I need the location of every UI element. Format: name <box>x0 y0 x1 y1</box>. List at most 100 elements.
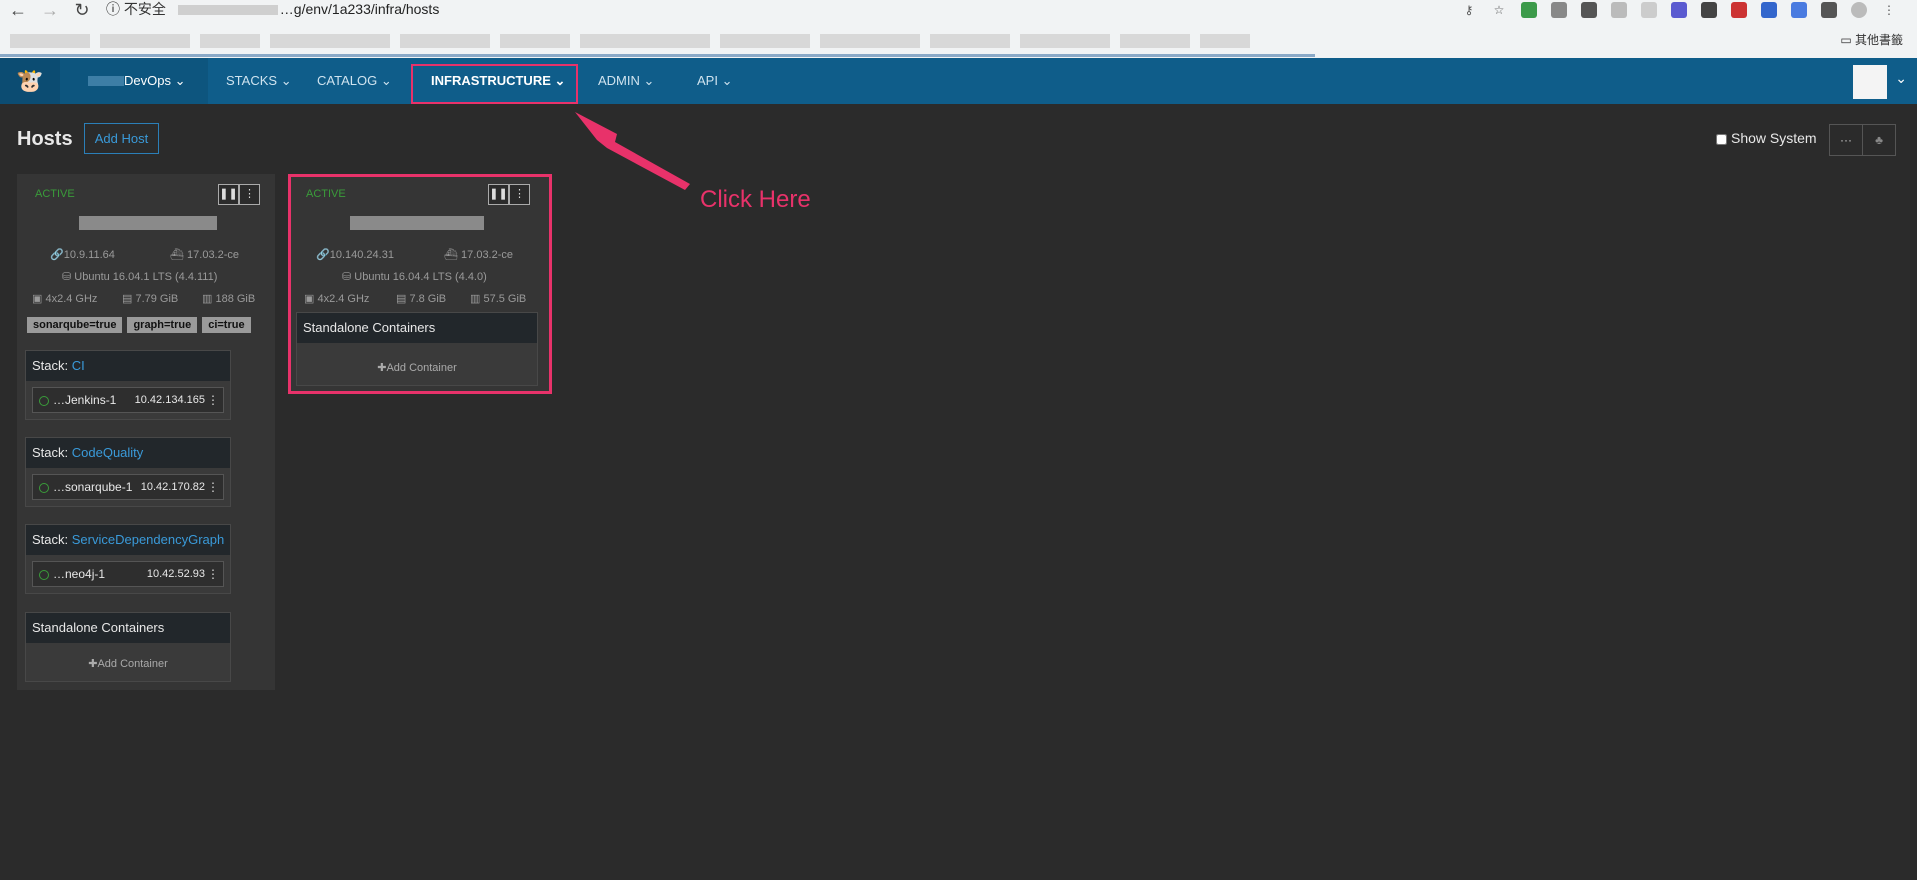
chevron-down-icon: ⌄ <box>643 73 655 88</box>
nav-highlight-box <box>411 64 578 104</box>
extension-icon[interactable] <box>1761 2 1777 18</box>
top-navigation: 🐮 DevOps ⌄ STACKS ⌄ CATALOG ⌄ INFRASTRUC… <box>0 58 1917 104</box>
bookmark[interactable] <box>720 34 810 48</box>
bookmark[interactable] <box>580 34 710 48</box>
container-name[interactable]: …neo4j-1 <box>53 567 105 581</box>
bookmark[interactable] <box>200 34 260 48</box>
extension-icon[interactable] <box>1611 2 1627 18</box>
env-label: DevOps <box>124 73 171 88</box>
environment-selector[interactable]: DevOps ⌄ <box>60 58 208 104</box>
host-os: ⛁ Ubuntu 16.04.1 LTS (4.4.111) <box>62 271 218 283</box>
bookmark[interactable] <box>400 34 490 48</box>
stack-link[interactable]: CodeQuality <box>72 445 144 460</box>
reload-icon[interactable]: ↻ <box>72 0 92 20</box>
bookmark[interactable] <box>930 34 1010 48</box>
bookmark[interactable] <box>100 34 190 48</box>
extension-icon[interactable] <box>1581 2 1597 18</box>
address-bar[interactable]: ⓘ 不安全 …g/env/1a233/infra/hosts <box>106 0 1466 20</box>
extension-icon[interactable] <box>1821 2 1837 18</box>
nav-catalog[interactable]: CATALOG ⌄ <box>317 58 392 104</box>
user-avatar[interactable] <box>1853 65 1887 99</box>
extension-icon[interactable] <box>1551 2 1567 18</box>
bookmark[interactable] <box>1120 34 1190 48</box>
add-container-label: Add Container <box>97 658 168 670</box>
linux-icon: ⛁ <box>62 271 75 283</box>
stack-prefix: Stack: <box>32 358 69 373</box>
chevron-down-icon: ⌄ <box>380 73 392 88</box>
show-system-checkbox[interactable] <box>1716 133 1727 145</box>
container-row[interactable]: …sonarqube-1 10.42.170.82 ⋮ <box>32 474 224 500</box>
nav-api[interactable]: API ⌄ <box>697 58 733 104</box>
stack-link[interactable]: CI <box>72 358 85 373</box>
status-circle-icon <box>39 483 49 493</box>
stack-link[interactable]: ServiceDependencyGraph <box>72 532 224 547</box>
forward-icon[interactable]: → <box>40 0 60 20</box>
show-system-label: Show System <box>1731 130 1817 146</box>
link-icon: 🔗 <box>50 249 64 261</box>
container-menu-icon[interactable]: ⋮ <box>207 567 219 581</box>
pause-button[interactable]: ❚❚ <box>218 184 239 205</box>
show-system-toggle[interactable]: Show System <box>1716 130 1817 146</box>
menu-icon[interactable]: ⋮ <box>1881 2 1897 18</box>
profile-icon[interactable] <box>1851 2 1867 18</box>
container-ip: 10.42.52.93 <box>146 568 205 580</box>
chevron-down-icon: ⌄ <box>721 73 733 88</box>
chevron-down-icon[interactable]: ⌄ <box>1895 70 1907 87</box>
nav-api-label: API <box>697 73 718 88</box>
bookmark[interactable] <box>1200 34 1250 48</box>
add-host-button[interactable]: Add Host <box>84 123 159 154</box>
bookmarks-bar <box>0 28 1917 54</box>
loading-bar <box>0 54 1315 57</box>
standalone-containers: Standalone Containers ✚Add Container <box>25 612 231 682</box>
ram-icon: ▤ <box>122 293 136 305</box>
bookmark[interactable] <box>1020 34 1110 48</box>
container-menu-icon[interactable]: ⋮ <box>207 480 219 494</box>
stack-prefix: Stack: <box>32 532 69 547</box>
bookmark[interactable] <box>820 34 920 48</box>
standalone-title: Standalone Containers <box>26 613 230 643</box>
container-name[interactable]: …Jenkins-1 <box>53 393 116 407</box>
bookmark[interactable] <box>270 34 390 48</box>
extension-icon[interactable] <box>1701 2 1717 18</box>
container-row[interactable]: …neo4j-1 10.42.52.93 ⋮ <box>32 561 224 587</box>
stack-ci: Stack: CI …Jenkins-1 10.42.134.165 ⋮ <box>25 350 231 420</box>
other-bookmarks[interactable]: ▭ 其他書籤 <box>1840 31 1903 48</box>
container-name[interactable]: …sonarqube-1 <box>53 480 132 494</box>
extension-icon[interactable] <box>1791 2 1807 18</box>
blurred-host <box>177 5 278 16</box>
disk-icon: ▥ <box>202 293 216 305</box>
nav-admin[interactable]: ADMIN ⌄ <box>598 58 654 104</box>
star-icon[interactable]: ☆ <box>1491 2 1507 18</box>
extension-icon[interactable] <box>1521 2 1537 18</box>
more-options-button[interactable]: ··· <box>1829 124 1863 156</box>
rancher-logo-icon[interactable]: 🐮 <box>0 58 60 104</box>
add-container-button[interactable]: ✚Add Container <box>26 657 230 670</box>
back-icon[interactable]: ← <box>8 0 28 20</box>
nav-stacks[interactable]: STACKS ⌄ <box>226 58 292 104</box>
host-ip: 🔗10.9.11.64 <box>50 249 115 261</box>
extension-icon[interactable] <box>1641 2 1657 18</box>
container-ip: 10.42.170.82 <box>140 481 205 493</box>
status-circle-icon <box>39 570 49 580</box>
bookmark[interactable] <box>500 34 570 48</box>
chevron-down-icon: ⌄ <box>174 73 186 88</box>
bookmark[interactable] <box>10 34 90 48</box>
cpu-icon: ▣ <box>32 293 46 305</box>
extension-icon[interactable] <box>1731 2 1747 18</box>
page-title: Hosts <box>17 128 73 150</box>
extension-icon[interactable] <box>1671 2 1687 18</box>
key-icon[interactable]: ⚷ <box>1461 2 1477 18</box>
host-labels: sonarqube=true graph=true ci=true <box>27 317 251 333</box>
container-menu-icon[interactable]: ⋮ <box>207 393 219 407</box>
status-circle-icon <box>39 396 49 406</box>
view-toggle-button[interactable]: ♣ <box>1862 124 1896 156</box>
host-label: ci=true <box>202 317 251 333</box>
extension-icons: ⚷ ☆ ⋮ <box>1461 0 1897 20</box>
browser-chrome: ← → ↻ ⓘ 不安全 …g/env/1a233/infra/hosts ⚷ ☆… <box>0 0 1917 58</box>
container-row[interactable]: …Jenkins-1 10.42.134.165 ⋮ <box>32 387 224 413</box>
docker-version: ⛴ 17.03.2-ce <box>170 249 240 261</box>
host-menu-button[interactable]: ⋮ <box>239 184 260 205</box>
stack-prefix: Stack: <box>32 445 69 460</box>
chevron-down-icon: ⌄ <box>280 73 292 88</box>
host-label: sonarqube=true <box>27 317 123 333</box>
